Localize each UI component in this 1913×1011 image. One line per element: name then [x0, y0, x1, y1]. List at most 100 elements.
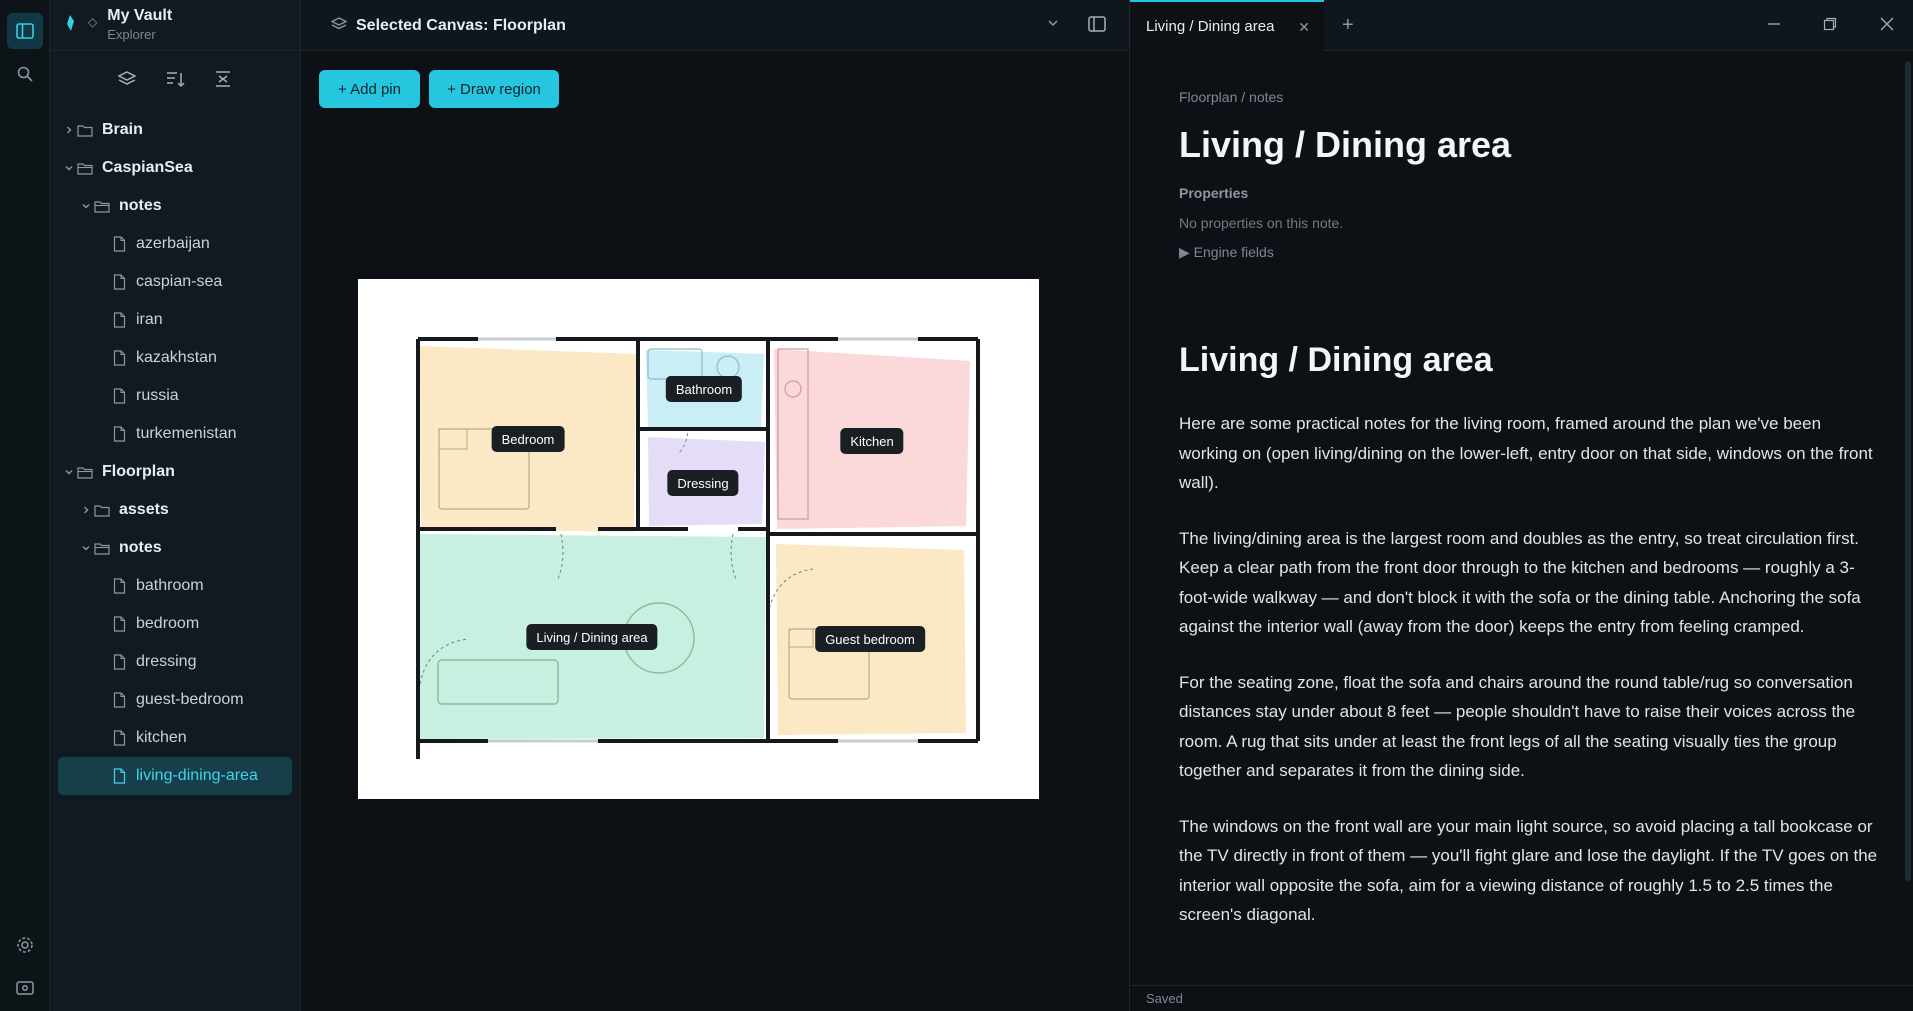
folder-item[interactable]: Floorplan: [58, 453, 292, 491]
note-pane: Floorplan / notes Living / Dining area P…: [1129, 51, 1913, 985]
sort-icon[interactable]: [162, 66, 188, 92]
settings-icon[interactable]: [7, 927, 43, 963]
minimize-icon[interactable]: [1764, 14, 1784, 34]
tree-item-label: notes: [119, 197, 162, 214]
save-status: Saved: [1146, 991, 1183, 1006]
tree-item-label: russia: [136, 387, 179, 404]
sidebar-toggle-icon[interactable]: [7, 13, 43, 49]
note-heading: Living / Dining area: [1179, 341, 1493, 379]
window-close-icon[interactable]: [1877, 14, 1897, 34]
floorplan-drawing: [416, 337, 980, 759]
tab-strip: Living / Dining area ✕ +: [1129, 0, 1913, 51]
file-icon: [110, 350, 128, 366]
restore-icon[interactable]: [1820, 14, 1840, 34]
breadcrumb[interactable]: Floorplan / notes: [1179, 89, 1879, 105]
file-icon: [110, 616, 128, 632]
tree-item-label: Floorplan: [102, 463, 175, 480]
file-item[interactable]: turkemenistan: [58, 415, 292, 453]
file-item[interactable]: caspian-sea: [58, 263, 292, 301]
chevron-down-icon[interactable]: [62, 467, 76, 477]
file-item[interactable]: iran: [58, 301, 292, 339]
new-tab-icon[interactable]: +: [1342, 14, 1354, 37]
room-label-guest-bedroom[interactable]: Guest bedroom: [815, 626, 925, 652]
tree-item-label: azerbaijan: [136, 235, 210, 252]
file-item[interactable]: guest-bedroom: [58, 681, 292, 719]
folder-icon: [93, 504, 111, 517]
canvas-title: Selected Canvas: Floorplan: [356, 17, 566, 34]
explorer-toolbar: [50, 66, 300, 92]
tree-item-label: dressing: [136, 653, 197, 670]
tree-item-label: living-dining-area: [136, 767, 258, 784]
vault-logo-icon: [62, 12, 78, 34]
scrollbar[interactable]: [1905, 61, 1911, 881]
note-paragraph: Here are some practical notes for the li…: [1179, 414, 1873, 492]
file-tree: Brain CaspianSea notes azerbaijan caspian-se…: [58, 111, 292, 795]
tab-label: Living / Dining area: [1146, 18, 1275, 35]
file-item[interactable]: russia: [58, 377, 292, 415]
chevron-down-icon[interactable]: [79, 543, 93, 553]
folder-item[interactable]: notes: [58, 187, 292, 225]
canvas-header: Selected Canvas: Floorplan: [301, 0, 1129, 51]
layers-icon[interactable]: [114, 66, 140, 92]
chevron-down-icon[interactable]: [79, 201, 93, 211]
chevron-right-icon[interactable]: [62, 125, 76, 135]
draw-region-button[interactable]: + Draw region: [429, 70, 559, 108]
tree-item-label: Brain: [102, 121, 143, 138]
room-label-dressing[interactable]: Dressing: [667, 470, 739, 496]
file-item[interactable]: azerbaijan: [58, 225, 292, 263]
chevron-down-icon[interactable]: [1046, 16, 1060, 35]
page-title[interactable]: Living / Dining area: [1179, 123, 1879, 167]
left-ribbon: [0, 0, 50, 1011]
file-item[interactable]: bathroom: [58, 567, 292, 605]
add-pin-button[interactable]: + Add pin: [319, 70, 420, 108]
tree-item-label: caspian-sea: [136, 273, 223, 290]
chevron-down-icon[interactable]: [62, 163, 76, 173]
file-icon: [110, 768, 128, 784]
file-item[interactable]: kitchen: [58, 719, 292, 757]
status-bar: Saved: [1129, 985, 1913, 1011]
help-icon[interactable]: [7, 970, 43, 1006]
folder-item[interactable]: notes: [58, 529, 292, 567]
tree-item-label: iran: [136, 311, 163, 328]
vault-header[interactable]: ◇ My Vault Explorer: [62, 6, 172, 48]
folder-item[interactable]: CaspianSea: [58, 149, 292, 187]
engine-fields-toggle[interactable]: ▶ Engine fields: [1179, 244, 1879, 261]
room-label-bathroom[interactable]: Bathroom: [665, 376, 743, 402]
tree-item-label: assets: [119, 501, 169, 518]
properties-label: Properties: [1179, 185, 1249, 201]
file-icon: [110, 654, 128, 670]
tree-item-label: bathroom: [136, 577, 204, 594]
canvas-pane: Selected Canvas: Floorplan + Add pin + D…: [301, 0, 1129, 1011]
search-icon[interactable]: [7, 56, 43, 92]
folder-item[interactable]: assets: [58, 491, 292, 529]
chevron-right-icon[interactable]: [79, 505, 93, 515]
file-icon: [110, 312, 128, 328]
file-item[interactable]: bedroom: [58, 605, 292, 643]
floorplan-canvas[interactable]: Bedroom Bathroom Kitchen Dressing Living…: [358, 279, 1039, 799]
note-paragraph: For the seating zone, float the sofa and…: [1179, 672, 1856, 781]
tree-item-label: CaspianSea: [102, 159, 193, 176]
room-label-living[interactable]: Living / Dining area: [526, 624, 658, 650]
tab-living-dining-area[interactable]: Living / Dining area ✕: [1130, 0, 1324, 51]
close-icon[interactable]: ✕: [1298, 19, 1310, 36]
note-paragraph: The windows on the front wall are your m…: [1179, 816, 1878, 925]
file-icon: [110, 730, 128, 746]
right-sidebar-toggle-icon[interactable]: [1088, 16, 1106, 37]
folder-open-icon: [76, 162, 94, 175]
file-icon: [110, 236, 128, 252]
vault-diamond-icon: ◇: [88, 15, 98, 29]
folder-open-icon: [93, 200, 111, 213]
file-explorer-sidebar: ◇ My Vault Explorer Brain CaspianSea notes…: [50, 0, 301, 1011]
folder-item[interactable]: Brain: [58, 111, 292, 149]
collapse-all-icon[interactable]: [210, 66, 236, 92]
room-label-bedroom[interactable]: Bedroom: [491, 426, 565, 452]
properties-empty-text: No properties on this note.: [1179, 215, 1344, 231]
file-icon: [110, 426, 128, 442]
file-item[interactable]: dressing: [58, 643, 292, 681]
room-label-kitchen[interactable]: Kitchen: [840, 428, 904, 454]
tree-item-label: guest-bedroom: [136, 691, 244, 708]
file-icon: [110, 692, 128, 708]
tree-item-label: bedroom: [136, 615, 200, 632]
file-item[interactable]: living-dining-area: [58, 757, 292, 795]
file-item[interactable]: kazakhstan: [58, 339, 292, 377]
